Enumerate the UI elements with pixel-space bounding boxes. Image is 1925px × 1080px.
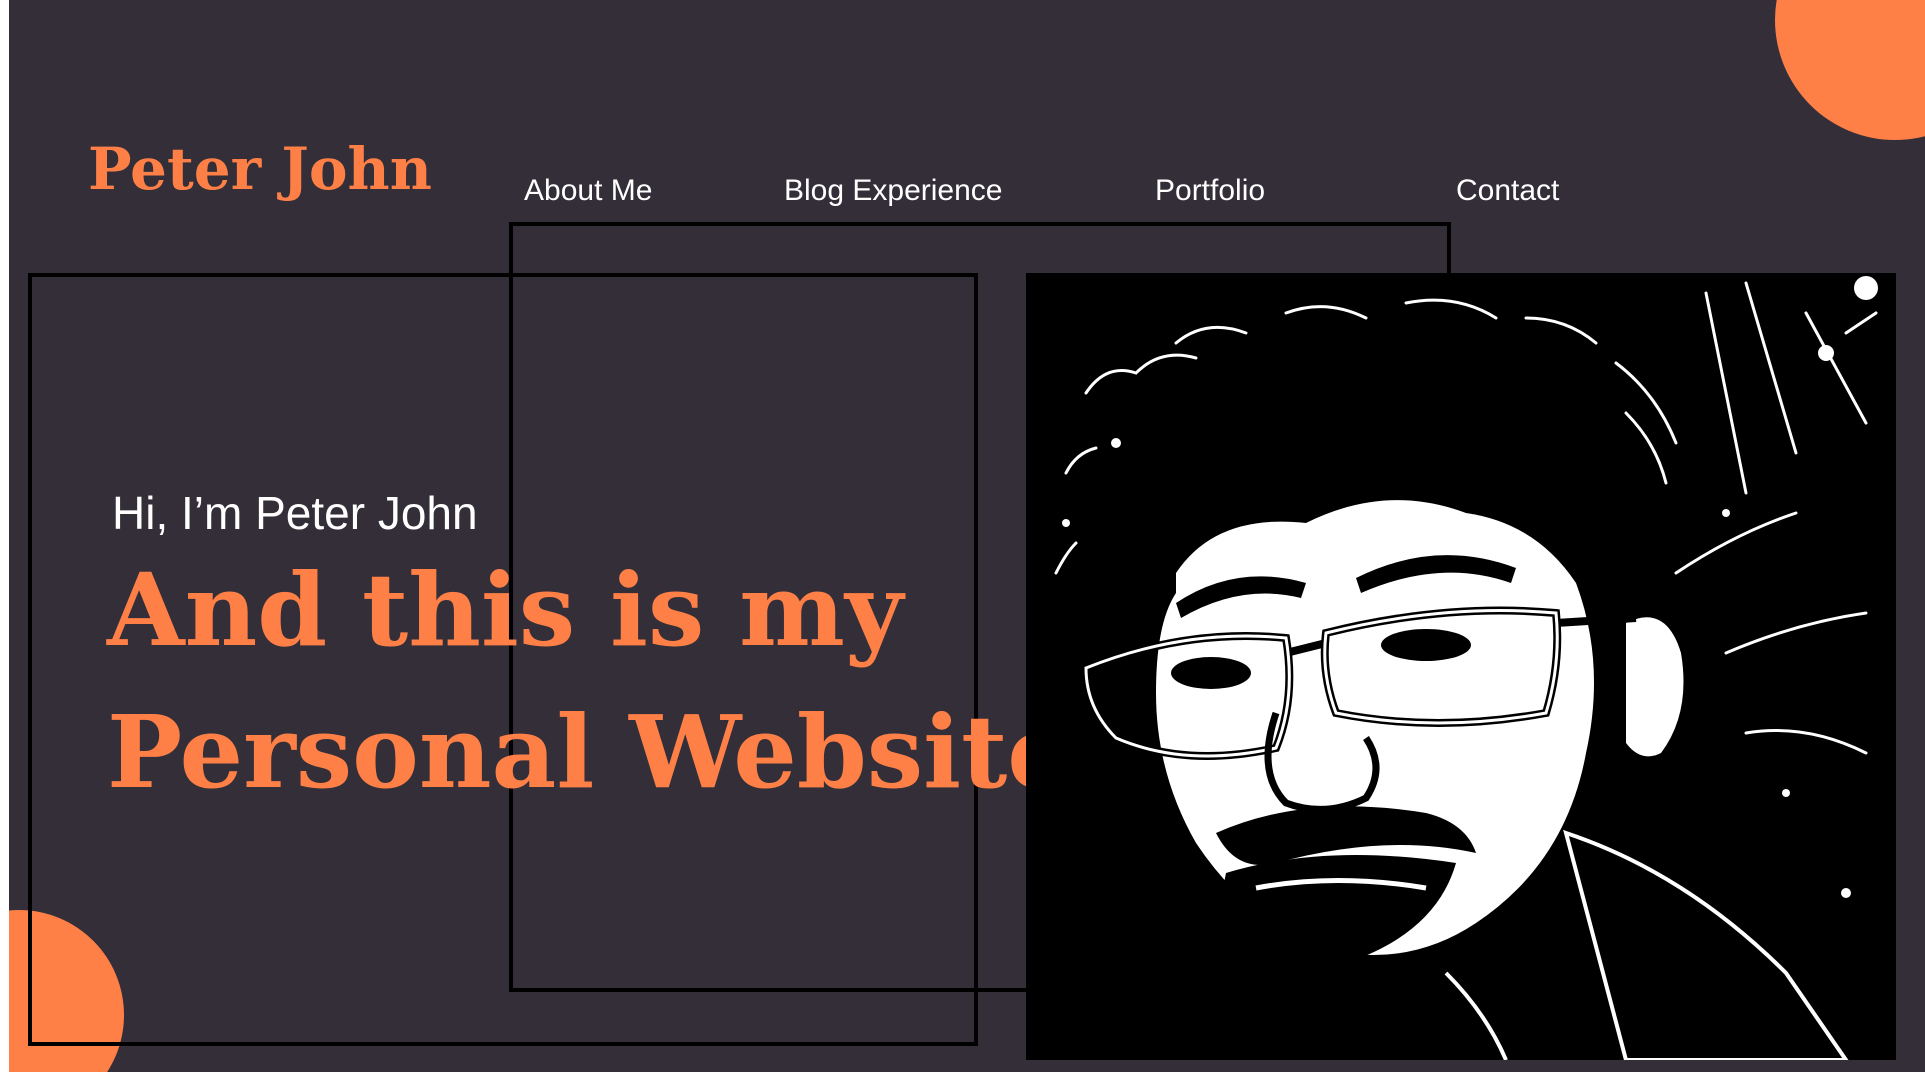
nav-link-about-me[interactable]: About Me: [524, 176, 652, 206]
nav-link-contact[interactable]: Contact: [1456, 176, 1559, 206]
bottom-border-strip: [0, 1072, 1925, 1080]
hero-headline-line-2: Personal Website: [107, 693, 1071, 811]
decorative-circle-top-right: [1775, 0, 1925, 140]
site-logo[interactable]: Peter John: [88, 140, 432, 198]
nav-link-blog-experience[interactable]: Blog Experience: [784, 176, 1002, 206]
hero-greeting: Hi, I’m Peter John: [112, 487, 478, 539]
hero-headline-line-1: And this is my: [107, 551, 904, 669]
person-portrait-icon: [1026, 273, 1896, 1060]
page-canvas: Peter John About Me Blog Experience Port…: [9, 0, 1925, 1072]
nav-link-portfolio[interactable]: Portfolio: [1155, 176, 1265, 206]
profile-portrait: [1026, 273, 1896, 1060]
